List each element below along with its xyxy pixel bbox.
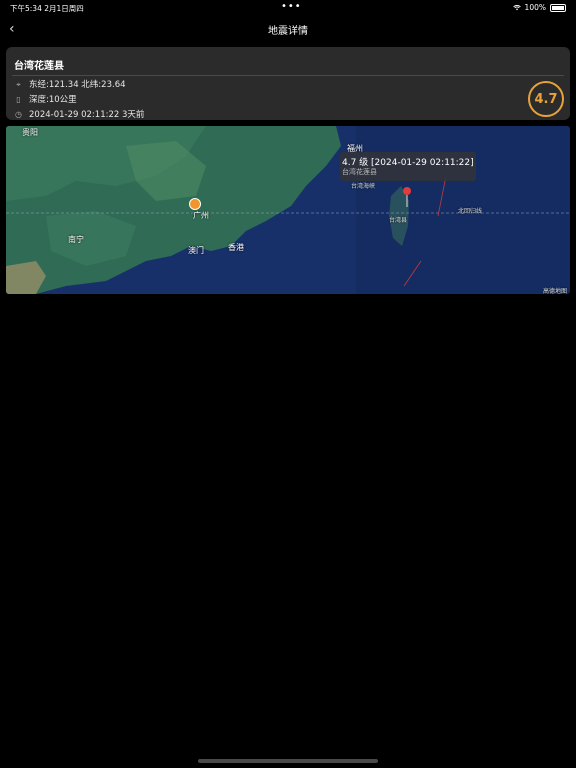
map-attribution: 高德地图 xyxy=(543,288,568,294)
time-text: 2024-01-29 02:11:22 3天前 xyxy=(29,110,145,120)
clock-icon: ◷ xyxy=(15,109,22,119)
coords-text: 东经:121.34 北纬:23.64 xyxy=(29,80,126,90)
navigation-bar: ‹ 地震详情 xyxy=(0,18,576,38)
status-time: 下午5:34 2月1日周四 xyxy=(10,4,84,13)
quake-callout[interactable]: 4.7 级 [2024-01-29 02:11:22] 台湾花莲县 xyxy=(340,152,476,181)
map-label-taiwan-city: 台湾县 xyxy=(389,217,408,224)
map-label-guangzhou: 广州 xyxy=(193,211,209,220)
magnitude-badge: 4.7 xyxy=(528,81,564,117)
wifi-icon xyxy=(512,4,521,10)
coords-row: ⌖ 东经:121.34 北纬:23.64 xyxy=(14,78,126,91)
map-label-xianggang: 香港 xyxy=(228,243,244,252)
depth-row: ▯ 深度:10公里 xyxy=(14,93,77,106)
map-view[interactable]: 贵阳 福州 广州 南宁 澳门 香港 台湾海峡 台湾县 北回归线 高德地图 4.7… xyxy=(6,126,570,294)
page-title: 地震详情 xyxy=(268,26,308,37)
divider xyxy=(12,75,564,76)
depth-icon: ▯ xyxy=(16,94,21,104)
location-pin-icon: ⌖ xyxy=(16,79,21,89)
callout-subtitle: 台湾花莲县 xyxy=(342,168,377,176)
map-label-nanning: 南宁 xyxy=(68,235,84,244)
map-label-aomen: 澳门 xyxy=(188,246,204,255)
map-label-guiyang: 贵阳 xyxy=(22,128,38,137)
status-bar: 下午5:34 2月1日周四 ••• 100% xyxy=(0,0,576,14)
battery-icon xyxy=(550,3,566,12)
status-right: 100% xyxy=(512,3,566,12)
user-location-dot xyxy=(189,198,201,210)
map-label-strait: 台湾海峡 xyxy=(351,183,376,190)
satellite-map[interactable] xyxy=(6,126,570,294)
quake-info-card: 台湾花莲县 ⌖ 东经:121.34 北纬:23.64 ▯ 深度:10公里 ◷ 2… xyxy=(6,47,570,120)
multitasking-dots-icon[interactable]: ••• xyxy=(281,1,302,12)
time-row: ◷ 2024-01-29 02:11:22 3天前 xyxy=(14,108,145,121)
map-pin-icon[interactable] xyxy=(402,186,412,208)
map-label-tropic: 北回归线 xyxy=(458,208,483,215)
depth-text: 深度:10公里 xyxy=(29,95,77,105)
quake-location: 台湾花莲县 xyxy=(14,61,64,72)
battery-percent: 100% xyxy=(524,3,546,12)
home-indicator[interactable] xyxy=(198,759,378,763)
